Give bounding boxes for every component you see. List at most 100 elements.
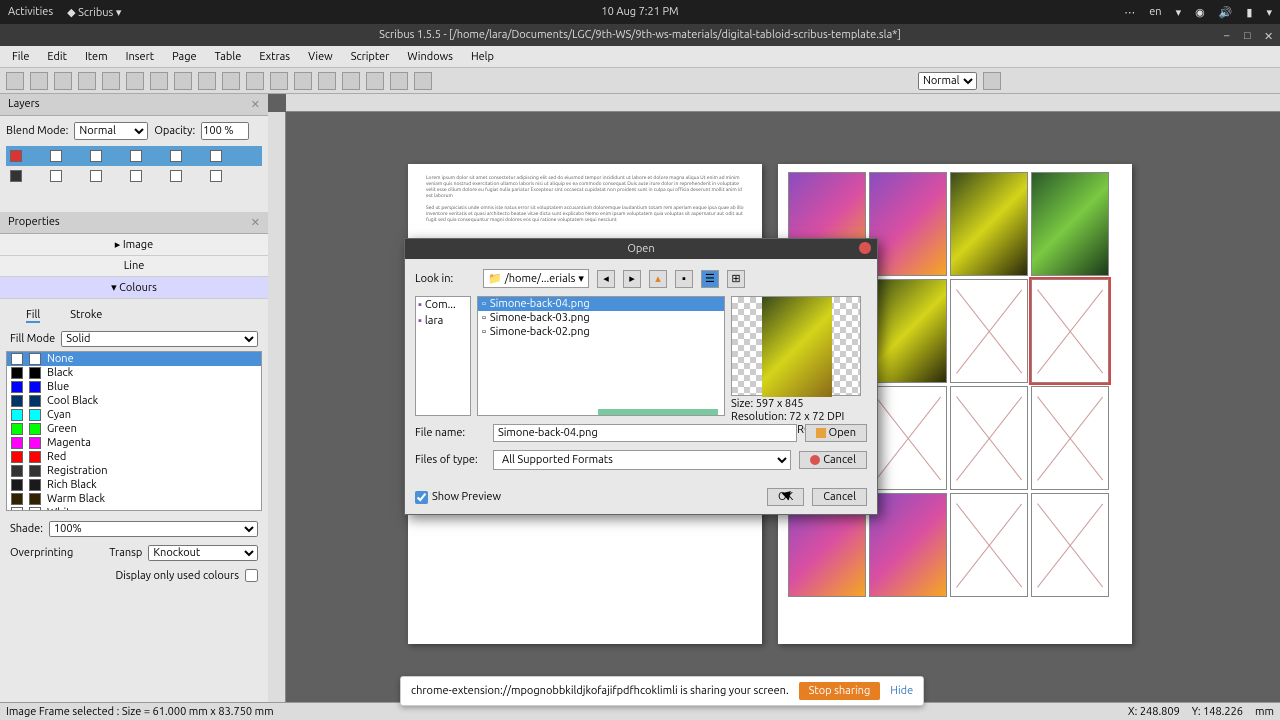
toolbar-button[interactable] [983,72,1001,90]
image-frame[interactable] [869,493,947,597]
toolbar-button[interactable] [6,72,24,90]
hide-share-button[interactable]: Hide [890,685,913,697]
menu-extras[interactable]: Extras [251,48,298,66]
show-preview-checkbox[interactable]: Show Preview [415,491,501,504]
file-item[interactable]: ▫Simone-back-02.png [478,325,724,339]
color-item[interactable]: Cyan [7,408,261,422]
image-frame[interactable] [950,279,1028,383]
menu-view[interactable]: View [300,48,341,66]
menu-edit[interactable]: Edit [39,48,75,66]
image-frame[interactable] [1031,493,1109,597]
power-icon[interactable]: ▾ [1266,6,1272,19]
toolbar-button[interactable] [414,72,432,90]
prop-section-colours[interactable]: ▾ Colours [0,277,268,299]
menu-page[interactable]: Page [164,48,205,66]
color-item[interactable]: Green [7,422,261,436]
lang-indicator[interactable]: en [1149,6,1161,18]
layer-flags-row[interactable] [6,146,262,166]
place-computer[interactable]: ▪Com... [416,297,470,313]
toolbar-button[interactable] [222,72,240,90]
toolbar-button[interactable] [54,72,72,90]
stop-sharing-button[interactable]: Stop sharing [799,682,881,700]
pdf-mode-select[interactable]: Normal [918,72,977,90]
activities-button[interactable]: Activities [8,6,53,18]
color-item[interactable]: Blue [7,380,261,394]
close-button[interactable]: ✕ [1264,30,1274,40]
close-icon[interactable]: ✕ [251,216,260,229]
color-item[interactable]: None [7,352,261,366]
places-list[interactable]: ▪Com... ▪lara [415,296,471,416]
toolbar-button[interactable] [198,72,216,90]
color-item[interactable]: Registration [7,464,261,478]
image-frame[interactable] [869,172,947,276]
up-button[interactable]: ▴ [649,270,667,288]
shade-select[interactable]: 100% [49,521,258,537]
opacity-input[interactable] [201,122,249,140]
filetype-select[interactable]: All Supported Formats [493,450,791,470]
close-icon[interactable]: ✕ [251,98,260,111]
clock[interactable]: 10 Aug 7:21 PM [601,6,678,18]
blend-mode-select[interactable]: Normal [74,122,148,140]
maximize-button[interactable]: □ [1244,30,1254,40]
color-item[interactable]: Cool Black [7,394,261,408]
toolbar-button[interactable] [318,72,336,90]
display-used-checkbox[interactable] [245,569,258,582]
toolbar-button[interactable] [150,72,168,90]
image-frame-selected[interactable] [1031,279,1109,383]
ok-button[interactable]: OK [767,488,804,506]
dialog-close-icon[interactable] [859,242,871,254]
color-item[interactable]: Black [7,366,261,380]
file-item[interactable]: ▫Simone-back-04.png [478,297,724,311]
back-button[interactable]: ◂ [597,270,615,288]
volume-icon[interactable]: 🔊 [1219,6,1233,19]
dialog-titlebar[interactable]: Open [405,239,877,259]
color-item[interactable]: Red [7,450,261,464]
tray-icon[interactable]: ⋯ [1124,6,1135,19]
menu-file[interactable]: File [4,48,37,66]
toolbar-button[interactable] [126,72,144,90]
minimize-button[interactable]: – [1224,30,1234,40]
layer-flags-row[interactable] [6,166,262,186]
file-item[interactable]: ▫Simone-back-03.png [478,311,724,325]
list-view-button[interactable]: ☰ [701,270,719,288]
image-frame[interactable] [869,279,947,383]
menu-insert[interactable]: Insert [118,48,162,66]
path-selector[interactable]: 📁 /home/...erials ▾ [483,269,589,288]
image-frame[interactable] [1031,386,1109,490]
menu-table[interactable]: Table [207,48,250,66]
battery-icon[interactable]: ▮ [1246,6,1252,19]
filename-input[interactable] [493,424,797,442]
prop-section-image[interactable]: ▸ Image [0,234,268,256]
layers-panel-header[interactable]: Layers ✕ [0,94,268,116]
network-icon[interactable]: ▾ [1176,6,1182,19]
fill-mode-select[interactable]: Solid [61,331,258,347]
toolbar-button[interactable] [270,72,288,90]
prop-section-line[interactable]: Line [0,256,268,277]
menu-windows[interactable]: Windows [399,48,461,66]
color-item[interactable]: White [7,506,261,511]
toolbar-button[interactable] [78,72,96,90]
image-frame[interactable] [869,386,947,490]
cancel-button-2[interactable]: Cancel [812,488,867,506]
tab-fill[interactable]: Fill [26,309,40,323]
menu-help[interactable]: Help [463,48,502,66]
toolbar-button[interactable] [294,72,312,90]
toolbar-button[interactable] [246,72,264,90]
color-item[interactable]: Warm Black [7,492,261,506]
new-folder-button[interactable]: ▪ [675,270,693,288]
color-item[interactable]: Magenta [7,436,261,450]
knockout-select[interactable]: Knockout [148,545,258,561]
toolbar-button[interactable] [366,72,384,90]
image-frame[interactable] [950,493,1028,597]
toolbar-button[interactable] [174,72,192,90]
menu-item[interactable]: Item [77,48,116,66]
toolbar-button[interactable] [30,72,48,90]
image-frame[interactable] [950,386,1028,490]
toolbar-button[interactable] [390,72,408,90]
detail-view-button[interactable]: ⊞ [727,270,745,288]
toolbar-button[interactable] [342,72,360,90]
place-home[interactable]: ▪lara [416,313,470,329]
toolbar-button[interactable] [102,72,120,90]
app-menu[interactable]: ◆ Scribus ▾ [67,6,121,19]
image-frame[interactable] [950,172,1028,276]
